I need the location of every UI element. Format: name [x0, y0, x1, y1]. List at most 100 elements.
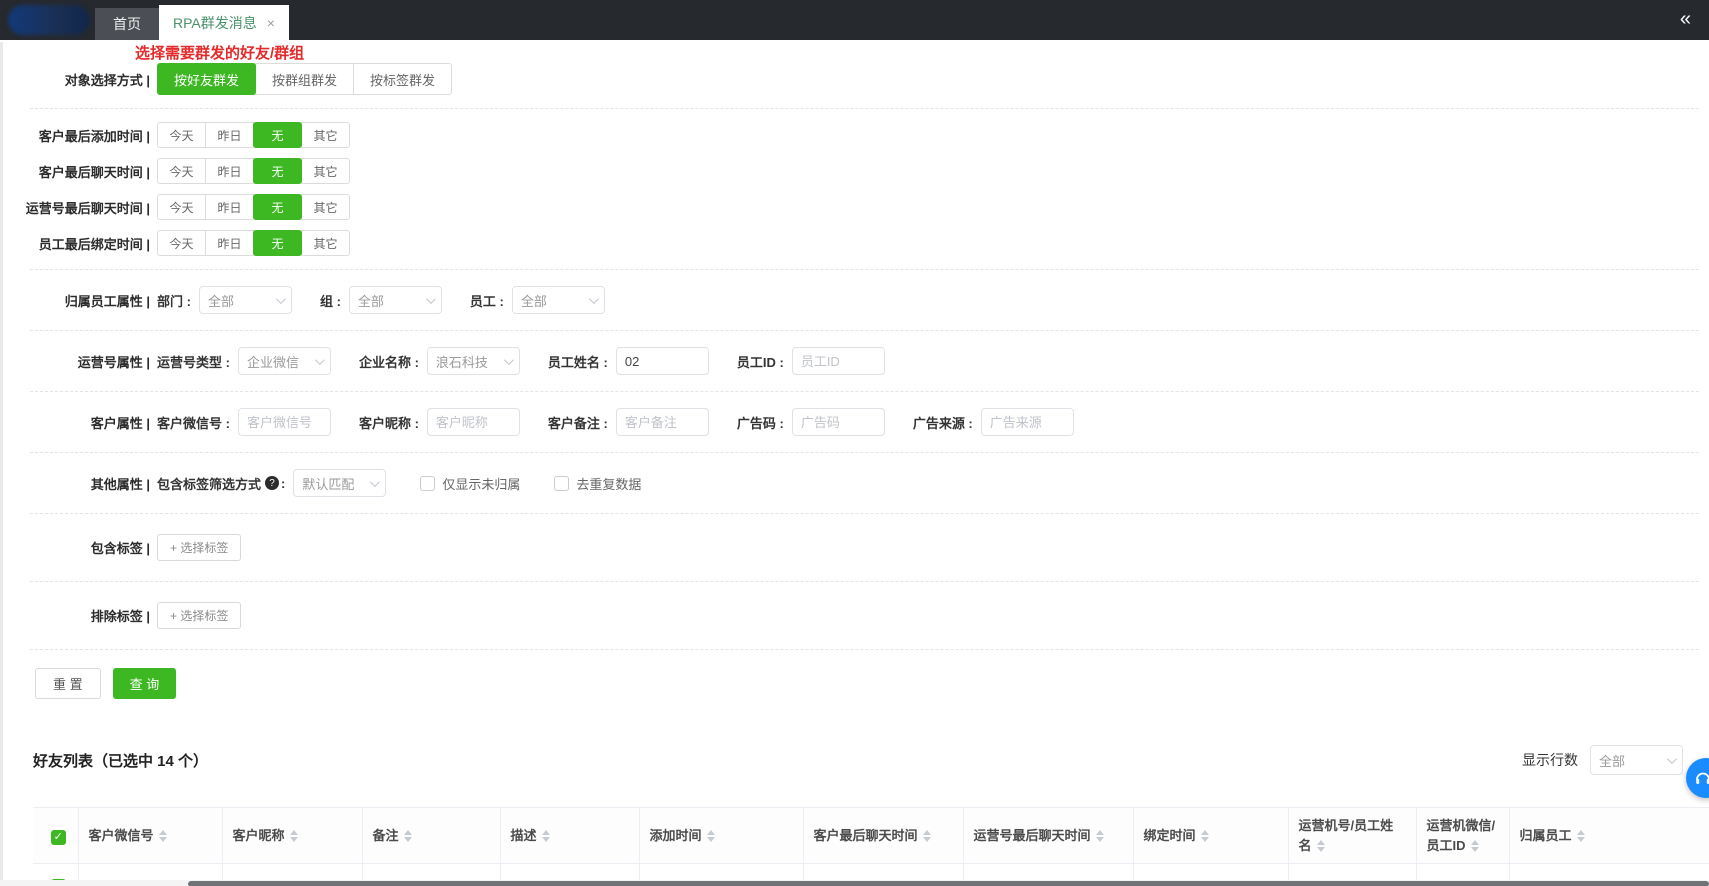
- ad-code-label: 广告码 :: [736, 415, 784, 431]
- customer-remark-input[interactable]: [615, 408, 709, 436]
- group-label: 组 :: [319, 293, 341, 309]
- option-none[interactable]: 无: [253, 122, 302, 148]
- sort-icon[interactable]: [706, 830, 715, 843]
- option-by-group[interactable]: 按群组群发: [255, 63, 355, 95]
- staff-label: 员工 :: [469, 293, 504, 309]
- sort-icon[interactable]: [541, 830, 550, 843]
- option-other[interactable]: 其它: [301, 194, 350, 220]
- staff-id-input[interactable]: [791, 347, 885, 375]
- option-other[interactable]: 其它: [301, 230, 350, 256]
- query-button[interactable]: 查 询: [112, 668, 177, 699]
- option-none[interactable]: 无: [253, 194, 302, 220]
- col-operator-last-chat[interactable]: 运营号最后聊天时间: [963, 807, 1134, 864]
- exclude-tag-label: 排除标签 |: [90, 609, 150, 624]
- col-label: 客户最后聊天时间: [813, 827, 918, 843]
- close-icon[interactable]: ×: [267, 16, 275, 30]
- option-yesterday[interactable]: 昨日: [205, 194, 254, 220]
- col-bind-time[interactable]: 绑定时间: [1133, 807, 1289, 864]
- dept-select[interactable]: 全部: [198, 286, 292, 314]
- ad-code-input[interactable]: [791, 408, 885, 436]
- dedupe-label: 去重复数据: [576, 476, 642, 492]
- time-filter-row-bind: 员工最后绑定时间 | 今天 昨日 无 其它: [0, 230, 1709, 256]
- option-none[interactable]: 无: [253, 158, 302, 184]
- customer-attr-row: 客户属性 | 客户微信号 : 客户昵称 : 客户备注 : 广告码 : 广告来源 …: [0, 408, 1709, 436]
- col-nickname[interactable]: 客户昵称: [222, 807, 363, 864]
- ad-source-input[interactable]: [980, 408, 1074, 436]
- time-option-group: 今天 昨日 无 其它: [157, 158, 350, 184]
- select-all-checkbox[interactable]: [50, 829, 66, 845]
- operator-type-select[interactable]: 企业微信: [237, 347, 331, 375]
- col-operator-name[interactable]: 运营机号/员工姓名: [1288, 807, 1417, 864]
- col-owner-staff[interactable]: 归属员工: [1509, 808, 1709, 864]
- option-today[interactable]: 今天: [157, 194, 206, 220]
- dedupe-checkbox[interactable]: [554, 475, 570, 491]
- tab-home[interactable]: 首页: [95, 8, 159, 40]
- ad-source-label: 广告来源 :: [912, 415, 973, 431]
- company-label: 企业名称 :: [358, 354, 419, 370]
- customer-nickname-input[interactable]: [426, 408, 520, 436]
- sort-icon[interactable]: [1576, 830, 1585, 843]
- group-select[interactable]: 全部: [348, 286, 442, 314]
- other-attr-label: 其他属性 |: [90, 476, 150, 492]
- operator-attr-label: 运营号属性 |: [77, 354, 150, 370]
- floating-action-button[interactable]: [1686, 758, 1709, 798]
- dedupe-option: 去重复数据: [554, 474, 641, 493]
- sort-icon[interactable]: [1316, 840, 1325, 853]
- option-yesterday[interactable]: 昨日: [205, 158, 254, 184]
- sort-icon[interactable]: [1470, 840, 1479, 853]
- sort-icon[interactable]: [158, 830, 167, 843]
- col-description[interactable]: 描述: [500, 807, 640, 864]
- friend-list-header: 好友列表（已选中 14 个） 显示行数 全部: [33, 745, 1683, 775]
- tab-rpa-mass-message[interactable]: RPA群发消息 ×: [159, 5, 289, 40]
- select-exclude-tag-button[interactable]: + 选择标签: [157, 602, 242, 629]
- app-logo: [8, 5, 90, 35]
- option-yesterday[interactable]: 昨日: [205, 230, 254, 256]
- staff-name-input[interactable]: [615, 347, 709, 375]
- customer-wechat-input[interactable]: [237, 408, 331, 436]
- rows-per-page-select[interactable]: 全部: [1590, 745, 1683, 775]
- collapse-sidebar-icon[interactable]: «: [1680, 8, 1691, 31]
- col-label: 运营机微信/员工ID: [1426, 818, 1496, 853]
- rows-per-page: 显示行数 全部: [1522, 745, 1683, 775]
- sort-icon[interactable]: [922, 830, 931, 843]
- target-mode-group: 按好友群发 按群组群发 按标签群发: [157, 63, 453, 95]
- option-by-tag[interactable]: 按标签群发: [353, 63, 453, 95]
- option-other[interactable]: 其它: [301, 122, 350, 148]
- col-label: 描述: [510, 827, 537, 843]
- option-today[interactable]: 今天: [157, 158, 206, 184]
- col-remark[interactable]: 备注: [362, 807, 501, 864]
- sort-icon[interactable]: [1095, 830, 1104, 843]
- divider: [30, 108, 1699, 109]
- select-include-tag-button[interactable]: + 选择标签: [157, 534, 242, 561]
- col-label: 备注: [372, 827, 399, 843]
- col-add-time[interactable]: 添加时间: [639, 807, 804, 864]
- operator-type-label: 运营号类型 :: [157, 354, 230, 370]
- owner-attr-label: 归属员工属性 |: [64, 293, 150, 309]
- option-today[interactable]: 今天: [157, 230, 206, 256]
- unassigned-only-option: 仅显示未归属: [420, 474, 520, 493]
- owner-attr-row: 归属员工属性 | 部门 : 全部 组 : 全部 员工 : 全部: [0, 286, 1709, 314]
- help-icon[interactable]: ?: [265, 476, 280, 490]
- option-none[interactable]: 无: [253, 230, 302, 256]
- customer-attr-label: 客户属性 |: [90, 415, 150, 431]
- tag-filter-mode-select[interactable]: 默认匹配: [293, 469, 387, 497]
- option-by-friend[interactable]: 按好友群发: [157, 63, 257, 95]
- col-customer-last-chat[interactable]: 客户最后聊天时间: [803, 807, 964, 864]
- horizontal-scrollbar-thumb[interactable]: [188, 881, 1709, 886]
- row-label: 运营号最后聊天时间 |: [25, 200, 150, 216]
- sort-icon[interactable]: [289, 830, 298, 843]
- staff-select[interactable]: 全部: [511, 286, 605, 314]
- option-yesterday[interactable]: 昨日: [205, 122, 254, 148]
- company-select[interactable]: 浪石科技: [426, 347, 520, 375]
- option-other[interactable]: 其它: [301, 158, 350, 184]
- unassigned-only-checkbox[interactable]: [420, 475, 436, 491]
- col-wechat-id[interactable]: 客户微信号: [78, 807, 223, 864]
- tag-filter-mode-label: 包含标签筛选方式: [157, 476, 262, 492]
- sort-icon[interactable]: [1200, 830, 1209, 843]
- col-label: 绑定时间: [1143, 827, 1196, 843]
- col-operator-wechat-id[interactable]: 运营机微信/员工ID: [1416, 807, 1510, 864]
- reset-button[interactable]: 重 置: [35, 668, 101, 699]
- sort-icon[interactable]: [403, 830, 412, 843]
- staff-id-label: 员工ID :: [736, 354, 784, 370]
- option-today[interactable]: 今天: [157, 122, 206, 148]
